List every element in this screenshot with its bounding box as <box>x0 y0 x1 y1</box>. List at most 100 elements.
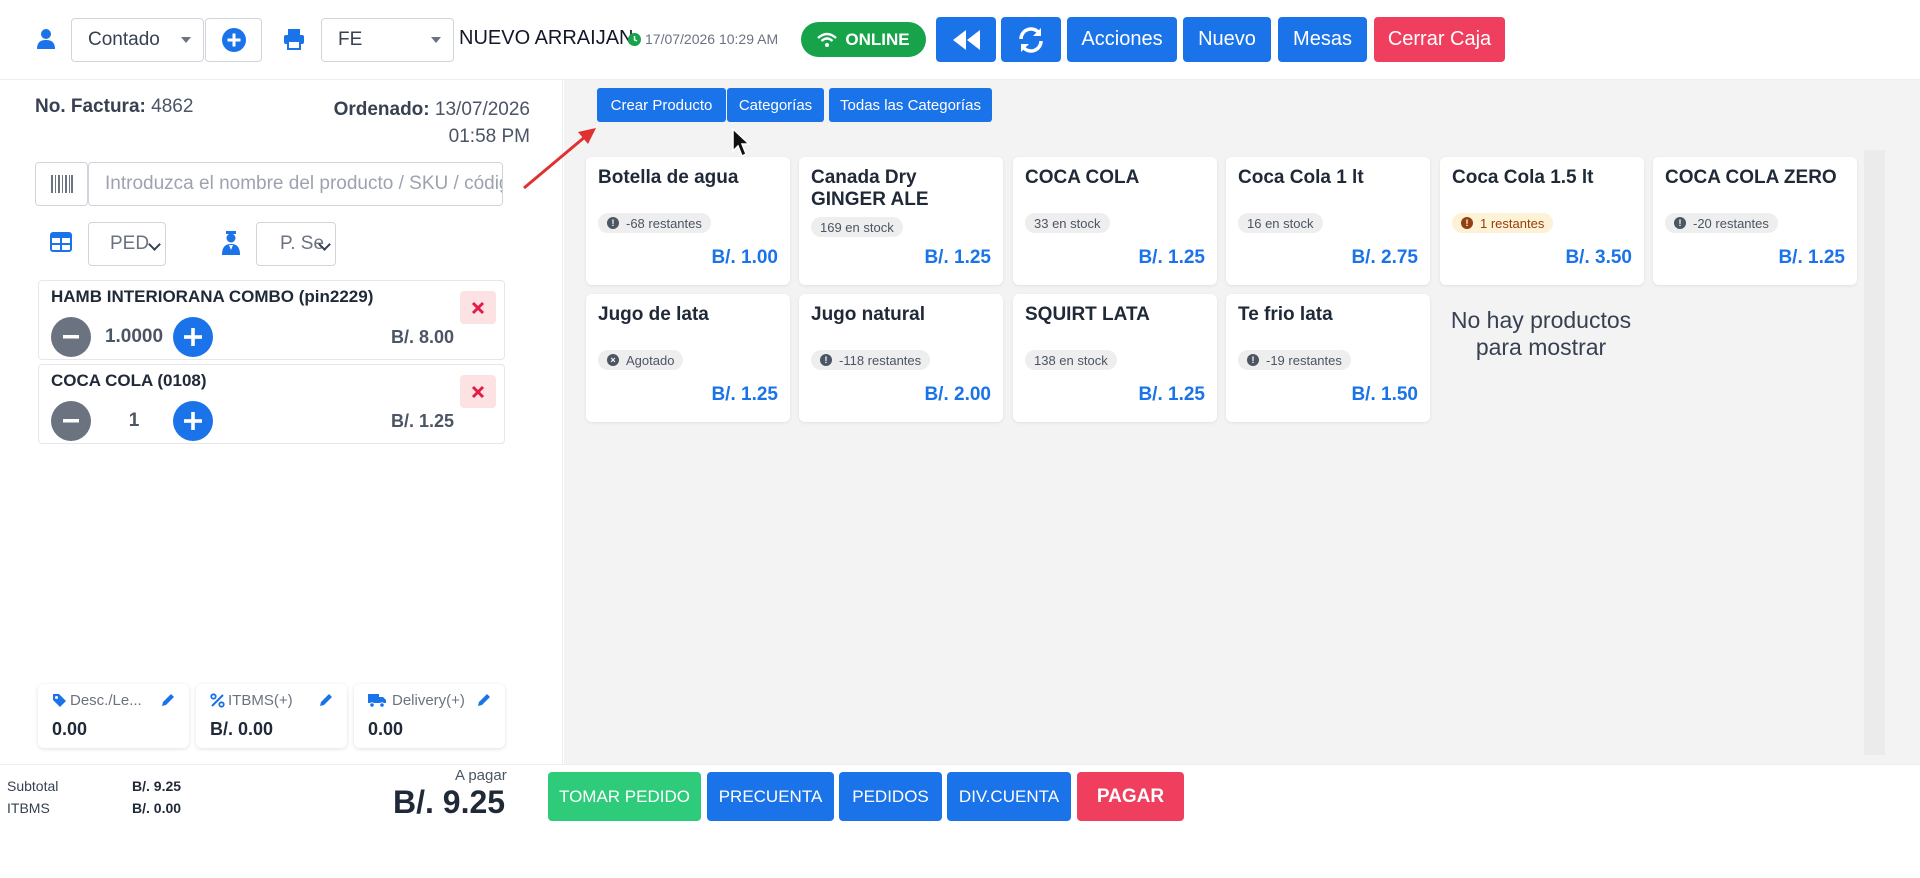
empty-products-message: No hay productos para mostrar <box>1450 307 1632 360</box>
annotation-arrow-icon <box>523 128 596 190</box>
decrease-qty-button[interactable] <box>51 317 91 357</box>
product-price: B/. 1.25 <box>924 247 991 268</box>
stock-badge: 33 en stock <box>1025 213 1110 233</box>
ordered-label: Ordenado: <box>333 99 430 120</box>
order-type-select[interactable]: PED <box>88 222 166 266</box>
out-of-stock-badge: × Agotado <box>598 350 684 370</box>
invoice-number: No. Factura: 4862 <box>35 96 193 118</box>
barcode-icon <box>50 175 73 193</box>
edit-discount-button[interactable] <box>161 692 177 708</box>
pre-bill-button[interactable]: PRECUENTA <box>707 772 834 821</box>
stock-text: -19 restantes <box>1266 352 1342 368</box>
increase-qty-button[interactable] <box>173 401 213 441</box>
product-card[interactable]: Jugo de lata × Agotado B/. 1.25 <box>586 294 790 422</box>
stock-text: Agotado <box>626 352 675 368</box>
product-card[interactable]: COCA COLA ZERO ! -20 restantes B/. 1.25 <box>1653 157 1857 285</box>
tax-card: ITBMS(+) B/. 0.00 <box>196 684 347 748</box>
wifi-icon <box>817 32 838 47</box>
table-icon <box>50 232 72 252</box>
document-type-value: FE <box>338 29 363 50</box>
line-item-qty[interactable]: 1 <box>94 410 174 432</box>
product-card[interactable]: Coca Cola 1 lt 16 en stock B/. 2.75 <box>1226 157 1430 285</box>
line-item-price: B/. 8.00 <box>390 327 454 347</box>
stock-badge: ! -68 restantes <box>598 213 711 233</box>
truck-icon <box>368 693 386 708</box>
actions-button[interactable]: Acciones <box>1067 17 1177 62</box>
product-card[interactable]: COCA COLA 33 en stock B/. 1.25 <box>1013 157 1217 285</box>
add-customer-button[interactable] <box>205 18 262 62</box>
document-type-select[interactable]: FE <box>321 18 454 62</box>
edit-delivery-button[interactable] <box>477 692 493 708</box>
stock-badge: ! -118 restantes <box>811 350 931 370</box>
warning-icon: ! <box>1461 217 1473 229</box>
product-name: Te frio lata <box>1238 304 1333 325</box>
delivery-value: 0.00 <box>368 719 404 739</box>
pay-button[interactable]: PAGAR <box>1077 772 1184 821</box>
sync-icon <box>1019 26 1043 53</box>
back-button[interactable] <box>936 17 996 62</box>
product-price: B/. 1.50 <box>1351 384 1418 405</box>
discount-value: 0.00 <box>52 719 88 739</box>
itbms-label: ITBMS <box>7 800 50 816</box>
product-card[interactable]: Canada Dry GINGER ALE 169 en stock B/. 1… <box>799 157 1003 285</box>
subtotal-label: Subtotal <box>7 778 59 794</box>
product-price: B/. 1.25 <box>1138 247 1205 268</box>
plus-circle-icon <box>221 28 246 52</box>
tables-button[interactable]: Mesas <box>1278 17 1367 62</box>
stock-text: -20 restantes <box>1693 215 1769 231</box>
remove-item-button[interactable] <box>460 291 496 324</box>
line-item-price: B/. 1.25 <box>390 411 454 431</box>
line-item-qty[interactable]: 1.0000 <box>94 326 174 348</box>
product-search-input[interactable] <box>88 162 503 206</box>
pencil-icon <box>478 694 490 706</box>
barcode-button[interactable] <box>35 162 88 206</box>
online-status-label: ONLINE <box>845 29 910 49</box>
minus-icon <box>63 419 79 423</box>
discount-label: Desc./Le... <box>70 692 142 709</box>
seller-select[interactable]: P. Se <box>256 222 336 266</box>
tax-value: B/. 0.00 <box>210 719 274 739</box>
split-bill-button[interactable]: DIV.CUENTA <box>947 772 1071 821</box>
print-icon[interactable] <box>281 27 307 51</box>
increase-qty-button[interactable] <box>173 317 213 357</box>
categories-button[interactable]: Categorías <box>727 88 824 122</box>
product-card[interactable]: SQUIRT LATA 138 en stock B/. 1.25 <box>1013 294 1217 422</box>
product-price: B/. 1.25 <box>1138 384 1205 405</box>
new-button[interactable]: Nuevo <box>1183 17 1271 62</box>
customer-select[interactable]: Contado <box>71 18 204 62</box>
stock-badge: ! -20 restantes <box>1665 213 1778 233</box>
stock-text: 169 en stock <box>820 219 894 235</box>
product-card[interactable]: Te frio lata ! -19 restantes B/. 1.50 <box>1226 294 1430 422</box>
top-bar: Contado FE NUEVO ARRAIJAN 17/07/2026 10:… <box>0 0 1920 80</box>
stock-text: -68 restantes <box>626 215 702 231</box>
user-icon[interactable] <box>34 27 58 51</box>
decrease-qty-button[interactable] <box>51 401 91 441</box>
product-name: SQUIRT LATA <box>1025 304 1150 325</box>
product-card[interactable]: Botella de agua ! -68 restantes B/. 1.00 <box>586 157 790 285</box>
order-type-value: PED <box>110 233 150 254</box>
invoice-label: No. Factura: <box>35 96 146 117</box>
remove-item-button[interactable] <box>460 375 496 408</box>
orders-button[interactable]: PEDIDOS <box>839 772 942 821</box>
create-product-button[interactable]: Crear Producto <box>597 88 726 122</box>
all-categories-button[interactable]: Todas las Categorías <box>829 88 992 122</box>
info-icon: ! <box>607 217 619 229</box>
edit-tax-button[interactable] <box>319 692 335 708</box>
sync-button[interactable] <box>1001 17 1061 62</box>
take-order-button[interactable]: TOMAR PEDIDO <box>548 772 701 821</box>
mouse-cursor-icon <box>732 128 751 158</box>
customer-select-value: Contado <box>88 29 160 50</box>
ordered-date-value: 13/07/2026 01:58 PM <box>434 99 530 147</box>
line-item-name: HAMB INTERIORANA COMBO (pin2229) <box>51 287 374 306</box>
caret-down-icon <box>431 37 441 43</box>
product-price: B/. 1.25 <box>1778 247 1845 268</box>
product-card[interactable]: Jugo natural ! -118 restantes B/. 2.00 <box>799 294 1003 422</box>
product-card[interactable]: Coca Cola 1.5 lt ! 1 restantes B/. 3.50 <box>1440 157 1644 285</box>
online-status-badge: ONLINE <box>801 22 926 57</box>
product-price: B/. 2.75 <box>1351 247 1418 268</box>
tag-icon <box>52 693 67 708</box>
stock-badge: ! -19 restantes <box>1238 350 1351 370</box>
product-name: COCA COLA <box>1025 167 1140 188</box>
product-scrollbar[interactable] <box>1864 150 1885 755</box>
close-register-button[interactable]: Cerrar Caja <box>1374 17 1505 62</box>
